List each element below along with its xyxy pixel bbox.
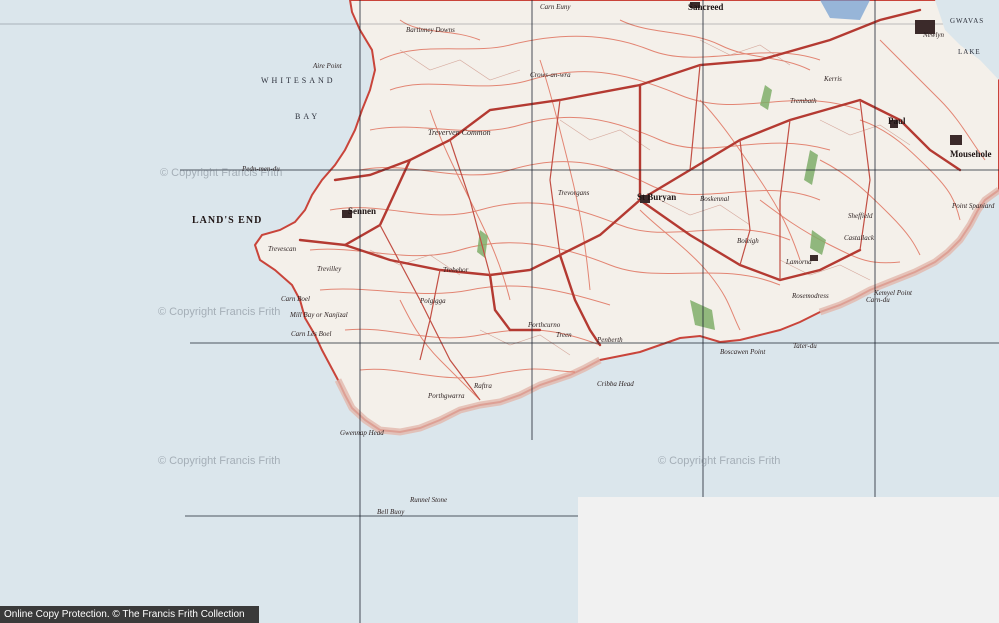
label-paul: Paul [888, 116, 906, 126]
label-kemyel-point: Kemyel Point [874, 289, 912, 297]
label-tater-du: Tater-du [793, 342, 817, 350]
label-bay: BAY [295, 112, 321, 121]
label-gwennap-head: Gwennap Head [340, 429, 384, 437]
label-lake: LAKE [958, 48, 981, 56]
label-kerris: Kerris [824, 75, 842, 83]
label-castallack: Castallack [844, 234, 874, 242]
label-carn-les-boel: Carn Lês Boel [291, 330, 332, 338]
label-trevorgans: Trevorgans [558, 189, 590, 197]
label-penberth: Penberth [597, 336, 623, 344]
label-runnel-stone: Runnel Stone [410, 496, 448, 504]
label-lamorna: Lamorna [786, 258, 812, 266]
label-rosemodress: Rosemodress [792, 292, 829, 300]
label-st-buryan: St Buryan [637, 192, 677, 202]
label-newlyn: Newlyn [923, 31, 944, 39]
label-sennen: Sennen [348, 206, 377, 216]
watermark: © Copyright Francis Frith [158, 455, 281, 467]
watermark: © Copyright Francis Frith [160, 167, 283, 179]
label-point-spaniard: Point Spaniard [952, 202, 995, 210]
label-carn-euny: Carn Euny [540, 3, 571, 11]
label-mill-bay: Mill Bay or Nanjizal [290, 311, 348, 319]
label-raftra: Raftra [474, 382, 492, 390]
label-porthcurno: Porthcurno [528, 321, 561, 329]
label-polgigga: Polgigga [420, 297, 446, 305]
label-boscawen-point: Boscawen Point [720, 348, 766, 356]
watermark: © Copyright Francis Frith [158, 306, 281, 318]
label-sancreed: Sancreed [688, 2, 724, 12]
unmapped-area [578, 497, 999, 623]
label-trebehor: Trebehor [443, 266, 469, 274]
label-whitesand: WHITESAND [261, 76, 336, 85]
label-carn-boel: Carn Boel [281, 295, 310, 303]
watermark: © Copyright Francis Frith [658, 455, 781, 467]
label-bell-buoy: Bell Buoy [377, 508, 405, 516]
label-trevescan: Trevescan [268, 245, 297, 253]
copyright-footer: Online Copy Protection. © The Francis Fr… [0, 606, 259, 623]
label-trevilley: Trevilley [317, 265, 342, 273]
label-treverven-common: Treverven Common [428, 128, 491, 137]
label-cribba-head: Cribba Head [597, 380, 634, 388]
label-boleigh: Boleigh [737, 237, 759, 245]
label-bartinney: Bartinney Downs [406, 26, 455, 34]
label-aire-point: Aire Point [313, 62, 342, 70]
label-sheffield: Sheffield [848, 212, 873, 220]
label-lands-end: LAND'S END [192, 215, 263, 226]
label-crows-an-wra: Crows-an-wra [530, 71, 571, 79]
label-trembath: Trembath [790, 97, 817, 105]
label-mousehole: Mousehole [950, 149, 992, 159]
label-carn-du: Carn-du [866, 296, 890, 304]
label-porthgwarra: Porthgwarra [428, 392, 465, 400]
label-treen: Treen [556, 331, 572, 339]
label-gwavas: GWAVAS [950, 17, 985, 25]
label-boskennal: Boskennal [700, 195, 730, 203]
